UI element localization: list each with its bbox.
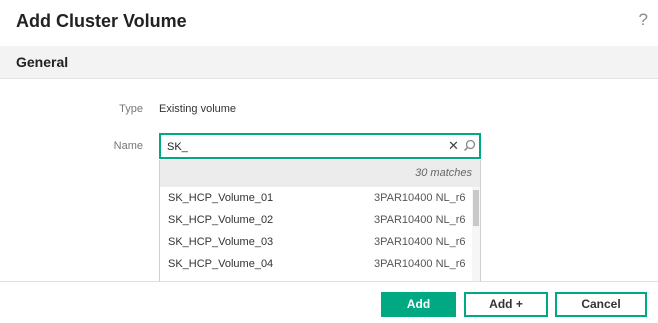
section-title: General	[16, 54, 69, 70]
dialog-header: Add Cluster Volume ?	[0, 0, 658, 46]
type-label: Type	[119, 103, 143, 115]
footer-divider	[0, 281, 658, 282]
name-label: Name	[113, 140, 143, 152]
cancel-button[interactable]: Cancel	[555, 292, 647, 317]
volume-option-type: 3PAR10400 NL_r6	[374, 214, 466, 226]
help-icon[interactable]: ?	[639, 10, 648, 30]
volume-option-name: SK_HCP_Volume_04	[168, 258, 274, 270]
dialog-title: Add Cluster Volume	[16, 11, 187, 31]
matches-count: 30 matches	[415, 167, 472, 179]
add-plus-button[interactable]: Add +	[464, 292, 548, 317]
add-cluster-volume-dialog: Add Cluster Volume ? General Type Existi…	[0, 0, 658, 323]
volume-option-type: 3PAR10400 NL_r6	[374, 192, 466, 204]
volume-option-type: 3PAR10400 NL_r6	[374, 236, 466, 248]
type-value: Existing volume	[159, 103, 237, 115]
volume-option[interactable]: SK_HCP_Volume_03 3PAR10400 NL_r6	[160, 232, 470, 254]
volume-option[interactable]: SK_HCP_Volume_04 3PAR10400 NL_r6	[160, 254, 470, 276]
volume-dropdown: 30 matches SK_HCP_Volume_01 3PAR10400 NL…	[159, 160, 481, 282]
matches-bar: 30 matches	[160, 160, 480, 187]
volume-option-name: SK_HCP_Volume_03	[168, 236, 274, 248]
clear-icon[interactable]: ✕	[448, 138, 459, 154]
volume-option[interactable]: SK_HCP_Volume_02 3PAR10400 NL_r6	[160, 210, 470, 232]
volume-option-name: SK_HCP_Volume_01	[168, 192, 274, 204]
dropdown-scrollbar-thumb[interactable]	[473, 190, 479, 226]
name-input[interactable]	[167, 139, 437, 155]
add-button[interactable]: Add	[381, 292, 456, 317]
name-field: ✕	[159, 133, 481, 159]
volume-option-name: SK_HCP_Volume_02	[168, 214, 274, 226]
section-header-general: General	[0, 46, 658, 79]
volume-option-type: 3PAR10400 NL_r6	[374, 258, 466, 270]
search-icon[interactable]	[463, 139, 476, 157]
volume-option[interactable]: SK_HCP_Volume_01 3PAR10400 NL_r6	[160, 188, 470, 210]
